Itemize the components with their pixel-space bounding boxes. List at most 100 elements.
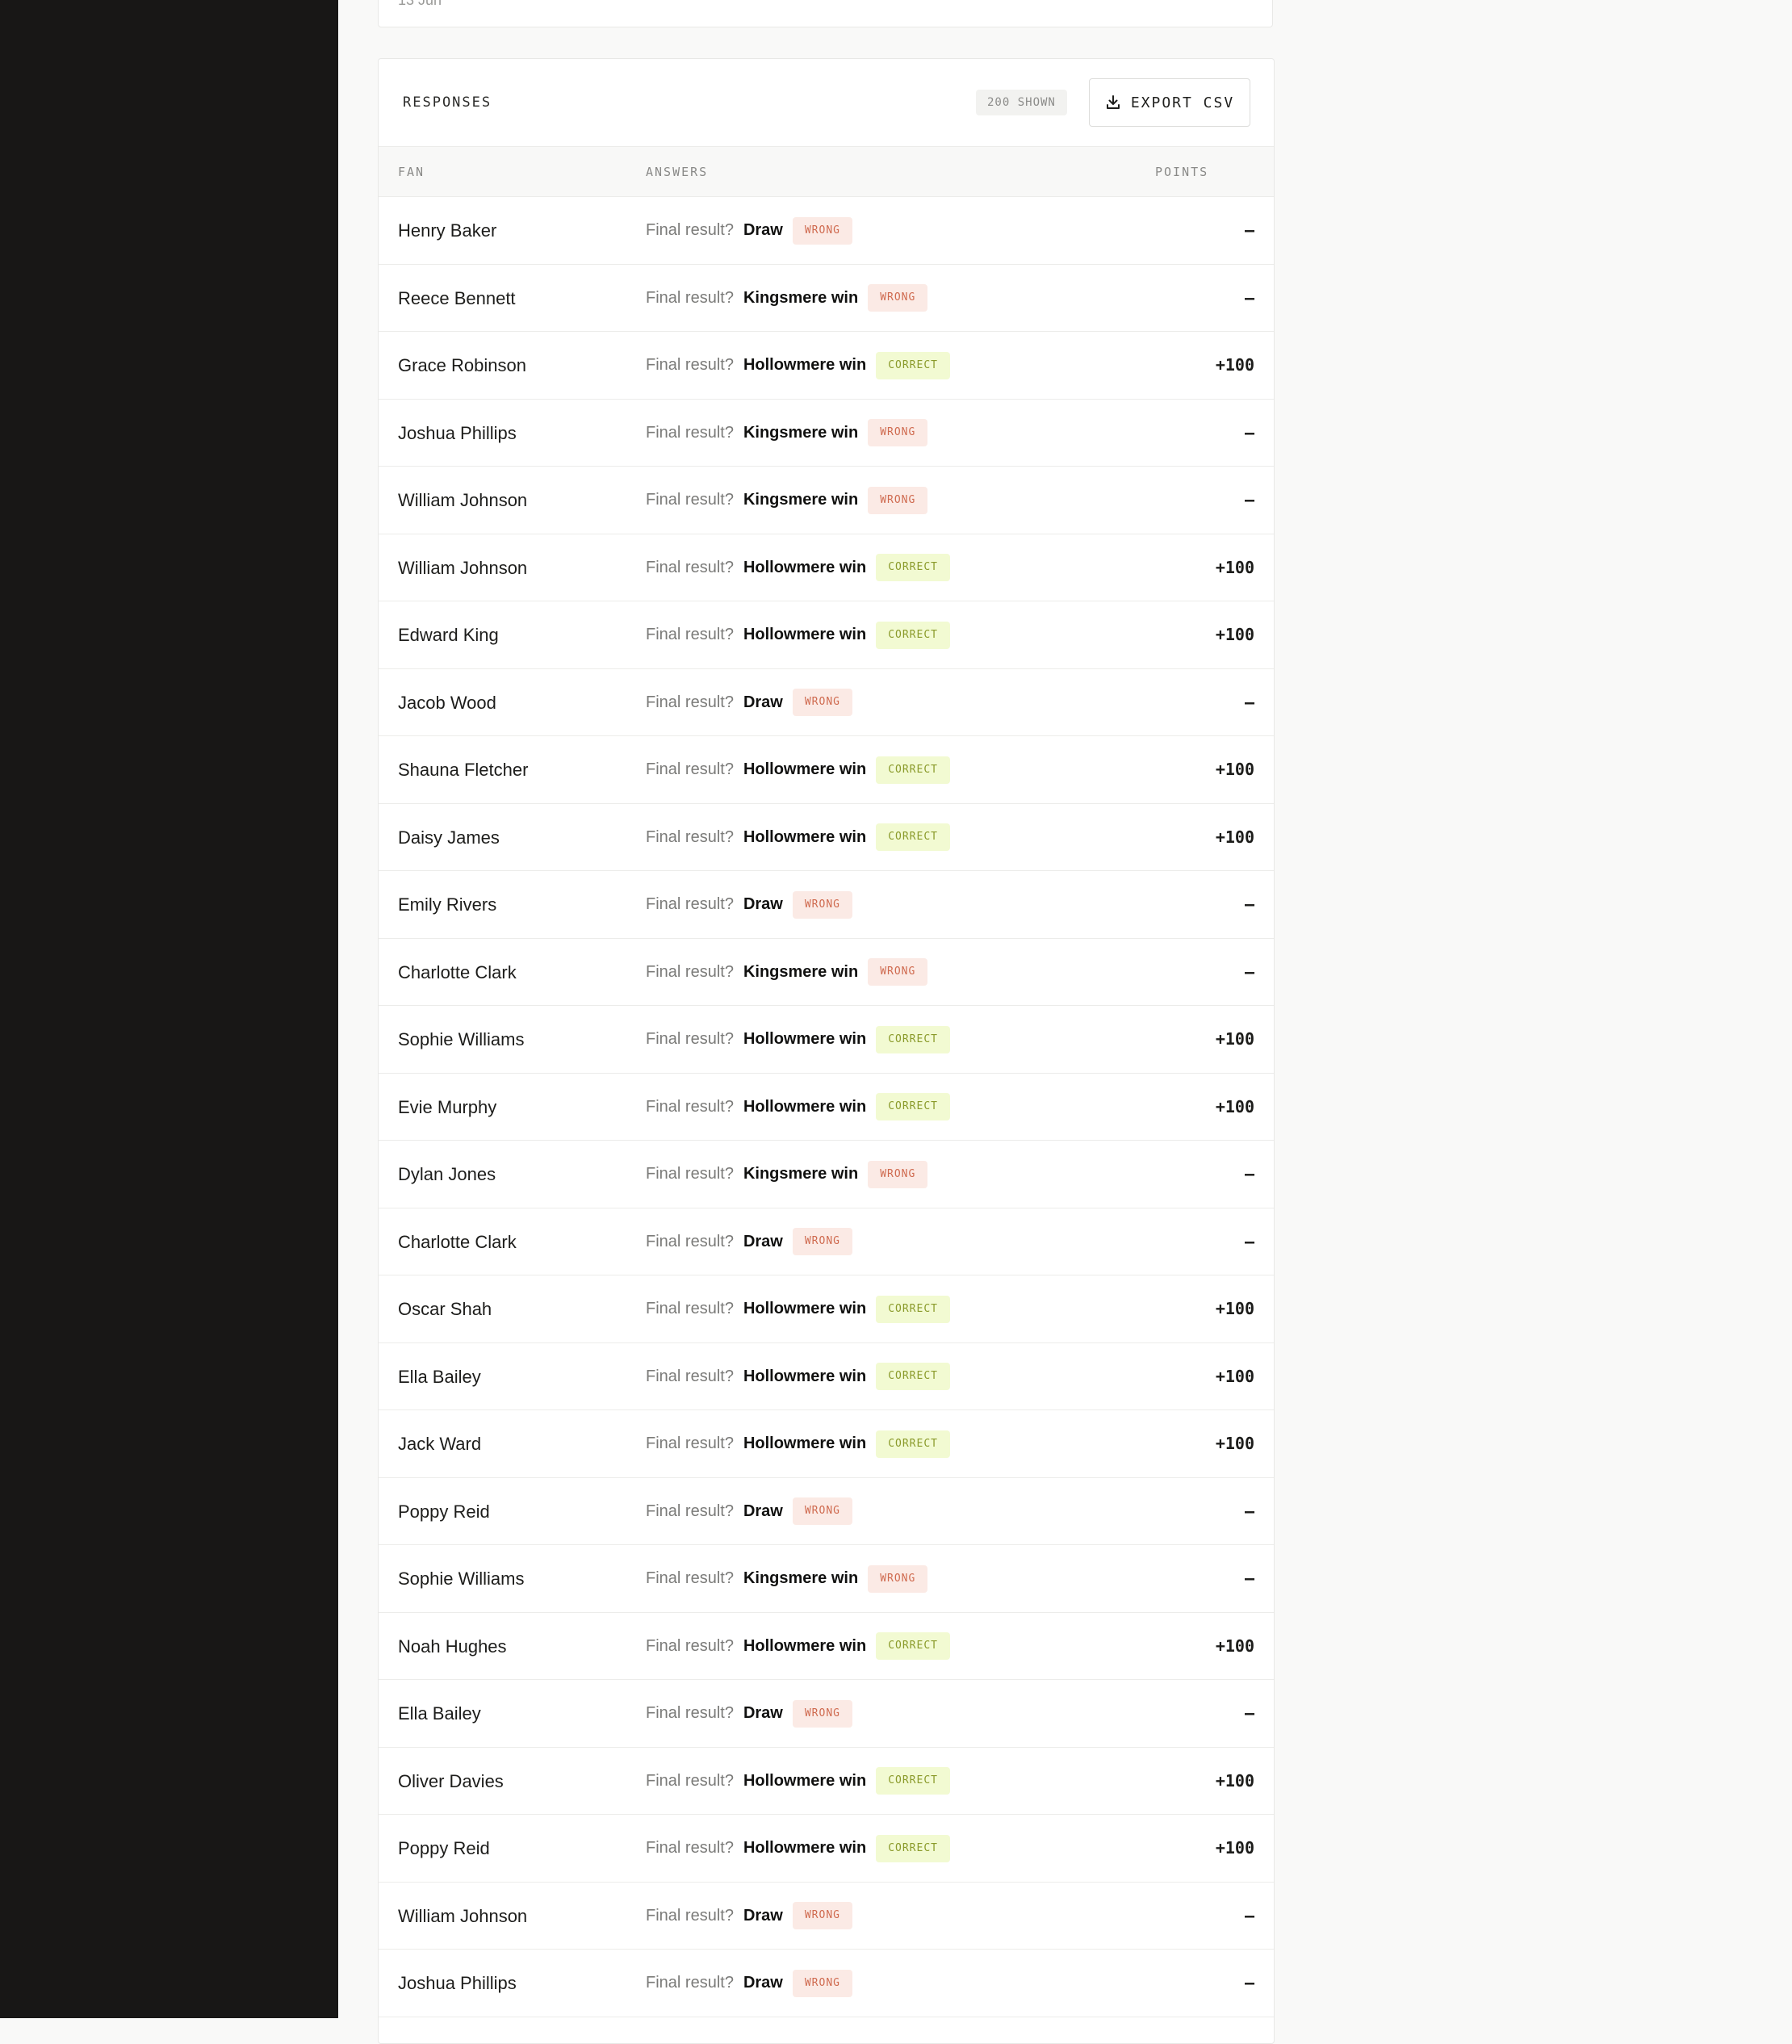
fan-name: Grace Robinson	[398, 355, 526, 375]
answer-cell: Final result? Draw WRONG	[646, 1950, 852, 2017]
question-text: Final result?	[646, 1839, 734, 1857]
question-text: Final result?	[646, 895, 734, 913]
answer-cell: Final result? Draw WRONG	[646, 669, 852, 736]
table-row: Poppy Reid Final result? Draw WRONG –	[379, 1478, 1274, 1545]
answer-cell: Final result? Hollowmere win CORRECT	[646, 601, 950, 668]
question-text: Final result?	[646, 962, 734, 981]
answer-cell: Final result? Hollowmere win CORRECT	[646, 534, 950, 601]
answer-cell: Final result? Hollowmere win CORRECT	[646, 736, 950, 803]
sidebar	[0, 0, 338, 2018]
pick-text: Hollowmere win	[743, 1097, 867, 1116]
table-row: William Johnson Final result? Kingsmere wi…	[379, 467, 1274, 534]
answer-cell: Final result? Hollowmere win CORRECT	[646, 332, 950, 399]
responses-header: RESPONSES 200 SHOWN EXPORT CSV	[379, 59, 1274, 147]
table-row: Poppy Reid Final result? Hollowmere win COR…	[379, 1815, 1274, 1883]
question-text: Final result?	[646, 1367, 734, 1385]
question-text: Final result?	[646, 1704, 734, 1722]
status-badge: WRONG	[868, 486, 928, 514]
points-value: +100	[1215, 1096, 1254, 1116]
status-badge: CORRECT	[876, 1767, 950, 1795]
answer-cell: Final result? Hollowmere win CORRECT	[646, 1748, 950, 1815]
question-text: Final result?	[646, 760, 734, 778]
answer-cell: Final result? Hollowmere win CORRECT	[646, 804, 950, 871]
status-badge: CORRECT	[876, 1632, 950, 1660]
pick-text: Draw	[743, 1906, 783, 1925]
answer-cell: Final result? Draw WRONG	[646, 1478, 852, 1545]
table-row: Shauna Fletcher Final result? Hollowmere w…	[379, 736, 1274, 804]
points-value: +100	[1215, 557, 1254, 577]
pick-text: Hollowmere win	[743, 1636, 867, 1655]
previous-card: 13 Jun	[378, 0, 1273, 27]
table-row: Charlotte Clark Final result? Kingsmere wi…	[379, 939, 1274, 1006]
table-row: Evie Murphy Final result? Hollowmere win CO…	[379, 1074, 1274, 1141]
points-value: –	[1244, 961, 1254, 982]
points-value: –	[1244, 1501, 1254, 1521]
points-value: –	[1244, 1905, 1254, 1925]
pick-text: Hollowmere win	[743, 760, 867, 778]
table-row: Henry Baker Final result? Draw WRONG –	[379, 197, 1274, 265]
table-row: Ella Bailey Final result? Draw WRONG –	[379, 1680, 1274, 1748]
question-text: Final result?	[646, 1502, 734, 1520]
points-value: –	[1244, 220, 1254, 240]
status-badge: WRONG	[792, 1902, 852, 1929]
fan-name: Joshua Phillips	[398, 1973, 517, 1993]
table-row: Joshua Phillips Final result? Draw WRONG –	[379, 1950, 1274, 2017]
status-badge: WRONG	[868, 958, 928, 986]
pick-text: Hollowmere win	[743, 356, 867, 374]
fan-name: Joshua Phillips	[398, 422, 517, 443]
pick-text: Kingsmere win	[743, 962, 859, 981]
answer-cell: Final result? Draw WRONG	[646, 1680, 852, 1747]
answer-cell: Final result? Kingsmere win WRONG	[646, 467, 928, 534]
table-row: Jacob Wood Final result? Draw WRONG –	[379, 669, 1274, 736]
question-text: Final result?	[646, 1232, 734, 1250]
answer-cell: Final result? Hollowmere win CORRECT	[646, 1006, 950, 1073]
points-value: +100	[1215, 760, 1254, 779]
status-badge: WRONG	[792, 890, 852, 919]
download-icon	[1105, 94, 1121, 111]
pick-text: Draw	[743, 1974, 783, 1992]
pick-text: Draw	[743, 221, 783, 239]
question-text: Final result?	[646, 693, 734, 711]
answer-cell: Final result? Kingsmere win WRONG	[646, 1141, 928, 1208]
fan-name: William Johnson	[398, 490, 528, 510]
points-value: –	[1244, 1231, 1254, 1251]
pick-text: Draw	[743, 693, 783, 711]
points-value: +100	[1215, 1434, 1254, 1453]
points-value: –	[1244, 1569, 1254, 1588]
previous-card-date: 13 Jun	[398, 0, 442, 8]
points-value: –	[1244, 422, 1254, 442]
table-row: Ella Bailey Final result? Hollowmere win CO…	[379, 1343, 1274, 1410]
fan-name: Reece Bennett	[398, 287, 516, 308]
pick-text: Kingsmere win	[743, 1569, 859, 1587]
question-text: Final result?	[646, 491, 734, 509]
answer-cell: Final result? Hollowmere win CORRECT	[646, 1343, 950, 1410]
main-content: 13 Jun RESPONSES 200 SHOWN EXPORT CSV FA…	[338, 0, 1792, 2044]
table-row: Emily Rivers Final result? Draw WRONG –	[379, 871, 1274, 939]
responses-card: RESPONSES 200 SHOWN EXPORT CSV FAN ANSWE…	[378, 58, 1275, 2044]
status-badge: WRONG	[792, 1228, 852, 1255]
fan-name: Shauna Fletcher	[398, 760, 529, 780]
column-header-fan: FAN	[398, 165, 425, 179]
status-badge: CORRECT	[876, 1834, 950, 1862]
pick-text: Hollowmere win	[743, 1367, 867, 1385]
export-csv-button[interactable]: EXPORT CSV	[1089, 78, 1250, 127]
pick-text: Draw	[743, 895, 783, 913]
responses-title: RESPONSES	[403, 94, 492, 111]
fan-name: Henry Baker	[398, 220, 497, 241]
fan-name: Jacob Wood	[398, 692, 496, 713]
table-row: Sophie Williams Final result? Kingsmere wi…	[379, 1545, 1274, 1613]
points-value: –	[1244, 894, 1254, 914]
table-row: Jack Ward Final result? Hollowmere win CORR…	[379, 1410, 1274, 1478]
question-text: Final result?	[646, 288, 734, 307]
question-text: Final result?	[646, 1030, 734, 1048]
points-value: +100	[1215, 1366, 1254, 1386]
points-value: –	[1244, 692, 1254, 712]
fan-name: Dylan Jones	[398, 1164, 496, 1184]
points-value: +100	[1215, 1770, 1254, 1791]
answer-cell: Final result? Hollowmere win CORRECT	[646, 1410, 950, 1477]
status-badge: WRONG	[792, 1699, 852, 1728]
question-text: Final result?	[646, 1097, 734, 1116]
fan-name: Ella Bailey	[398, 1366, 481, 1387]
pick-text: Hollowmere win	[743, 1839, 867, 1857]
answer-cell: Final result? Draw WRONG	[646, 871, 852, 938]
